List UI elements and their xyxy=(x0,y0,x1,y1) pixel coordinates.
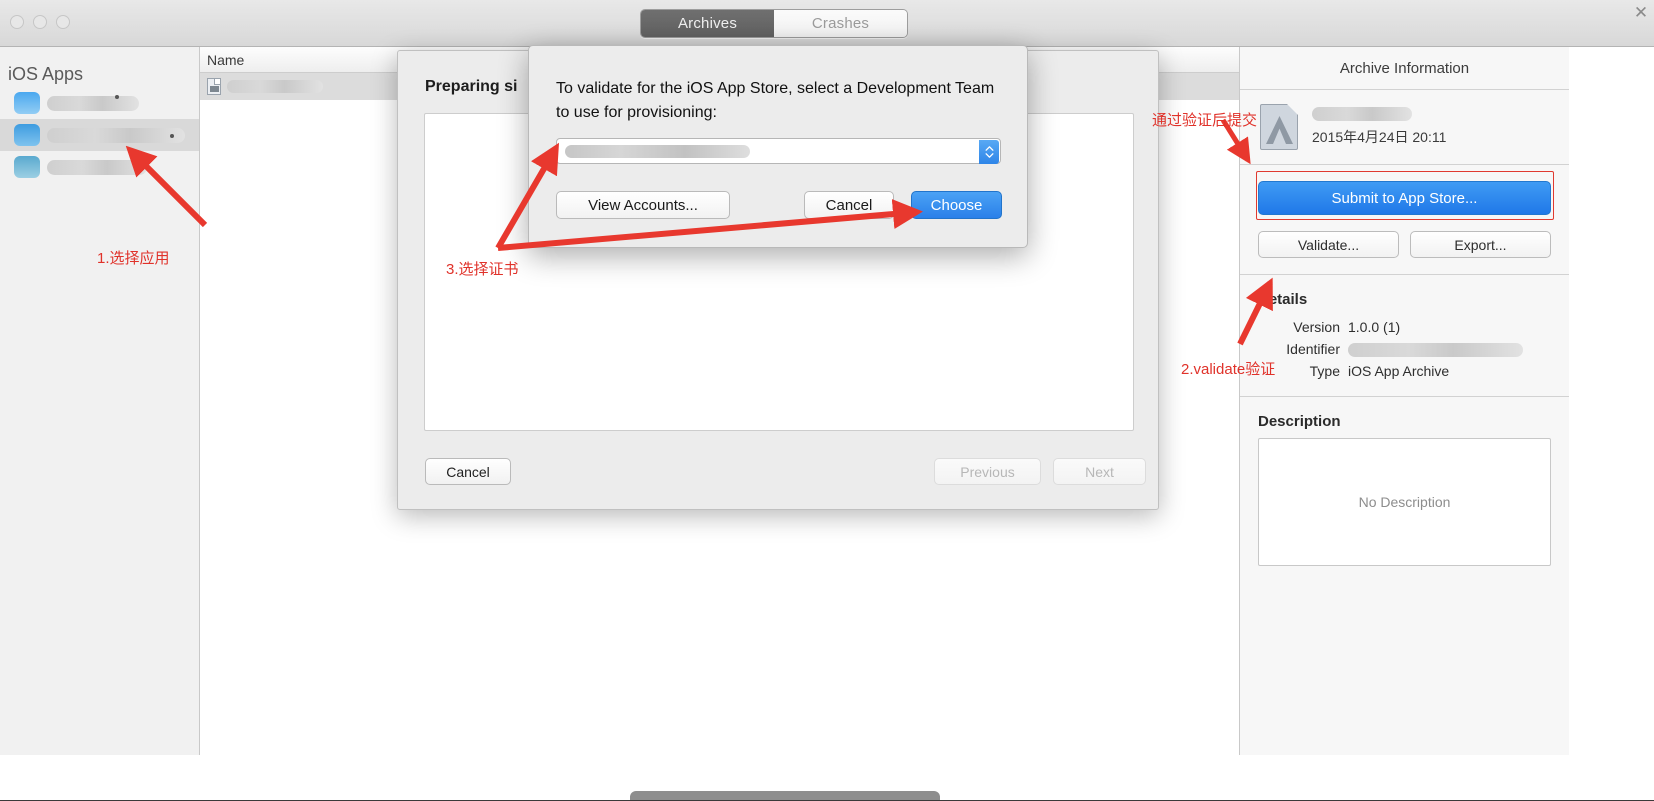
details-title: Details xyxy=(1258,291,1308,308)
archive-date: 2015年4月24日 20:11 xyxy=(1312,129,1447,145)
window-titlebar: Archives Crashes ✕ xyxy=(0,0,1654,47)
close-icon[interactable]: ✕ xyxy=(1630,2,1652,24)
detail-key: Identifier xyxy=(1286,341,1340,357)
traffic-lights xyxy=(10,15,70,29)
archive-document-icon xyxy=(1260,104,1298,150)
archive-file-icon xyxy=(207,78,221,95)
archive-information-panel: Archive Information 2015年4月24日 20:11 Sub… xyxy=(1239,47,1569,755)
chevron-up-icon xyxy=(985,146,993,151)
export-button[interactable]: Export... xyxy=(1410,231,1551,258)
app-icon xyxy=(14,92,40,114)
redacted-archive-name xyxy=(227,80,323,93)
detail-row-version: Version 1.0.0 (1) xyxy=(1240,316,1569,338)
column-header-label: Name xyxy=(207,51,245,68)
development-team-dialog: To validate for the iOS App Store, selec… xyxy=(528,45,1028,248)
panel-title: Archive Information xyxy=(1240,47,1569,90)
sheet-cancel-button[interactable]: Cancel xyxy=(425,458,511,485)
sidebar-app-list xyxy=(0,87,199,183)
sheet-next-button: Next xyxy=(1053,458,1146,485)
sidebar-section-title: iOS Apps xyxy=(8,64,84,84)
redacted-identifier-value xyxy=(1348,343,1523,357)
app-window: Archives Crashes ✕ iOS Apps Name Archive… xyxy=(0,0,1654,801)
annotation-step-2: 2.validate验证 xyxy=(1181,361,1276,378)
choose-button[interactable]: Choose xyxy=(911,191,1002,219)
tab-crashes[interactable]: Crashes xyxy=(774,10,907,37)
description-section: Description No Description xyxy=(1240,397,1569,566)
sidebar-item-app-1[interactable] xyxy=(0,87,199,119)
disclosure-dot-icon xyxy=(170,134,174,138)
archive-actions-section: Submit to App Store... Validate... Expor… xyxy=(1240,165,1569,275)
redacted-app-name xyxy=(47,159,147,175)
annotation-step-4: 通过验证后提交 xyxy=(1152,112,1258,129)
description-placeholder: No Description xyxy=(1358,494,1451,510)
detail-value: iOS App Archive xyxy=(1348,363,1450,379)
validate-button[interactable]: Validate... xyxy=(1258,231,1399,258)
description-textarea[interactable]: No Description xyxy=(1258,438,1551,566)
sidebar: iOS Apps xyxy=(0,47,200,755)
details-section: Details Version 1.0.0 (1) Identifier Typ… xyxy=(1240,275,1569,397)
annotation-step-3: 3.选择证书 xyxy=(446,261,519,278)
detail-row-identifier: Identifier xyxy=(1240,338,1569,360)
chevron-updown-icon[interactable] xyxy=(979,140,999,164)
detail-key: Version xyxy=(1293,319,1340,335)
organizer-tab-group: Archives Crashes xyxy=(640,9,908,38)
annotation-step-1: 1.选择应用 xyxy=(97,250,170,267)
disclosure-dot-icon xyxy=(115,95,119,99)
redacted-app-name xyxy=(47,127,185,143)
dialog-button-bar: View Accounts... Cancel Choose xyxy=(529,191,1027,231)
app-icon xyxy=(14,156,40,178)
minimize-window-icon[interactable] xyxy=(33,15,47,29)
archive-summary-section: 2015年4月24日 20:11 xyxy=(1240,90,1569,165)
submit-to-app-store-button[interactable]: Submit to App Store... xyxy=(1258,181,1551,215)
development-team-select[interactable] xyxy=(556,138,1001,164)
app-icon xyxy=(14,124,40,146)
view-accounts-button[interactable]: View Accounts... xyxy=(556,191,730,219)
zoom-window-icon[interactable] xyxy=(56,15,70,29)
dialog-cancel-button[interactable]: Cancel xyxy=(804,191,894,219)
description-title: Description xyxy=(1258,413,1341,430)
redacted-app-name xyxy=(47,95,139,111)
dialog-message: To validate for the iOS App Store, selec… xyxy=(556,80,995,121)
close-window-icon[interactable] xyxy=(10,15,24,29)
redacted-selected-team xyxy=(565,144,750,158)
sheet-footer: Cancel Previous Next xyxy=(398,439,1158,509)
detail-value: 1.0.0 (1) xyxy=(1348,319,1401,335)
sheet-previous-button: Previous xyxy=(934,458,1041,485)
sheet-title: Preparing si xyxy=(425,78,518,95)
sidebar-item-app-2[interactable] xyxy=(0,119,199,151)
tab-archives[interactable]: Archives xyxy=(641,10,774,37)
redacted-archive-title xyxy=(1312,107,1412,121)
chevron-down-icon xyxy=(985,153,993,158)
sidebar-item-app-3[interactable] xyxy=(0,151,199,183)
detail-row-type: Type iOS App Archive xyxy=(1240,360,1569,382)
